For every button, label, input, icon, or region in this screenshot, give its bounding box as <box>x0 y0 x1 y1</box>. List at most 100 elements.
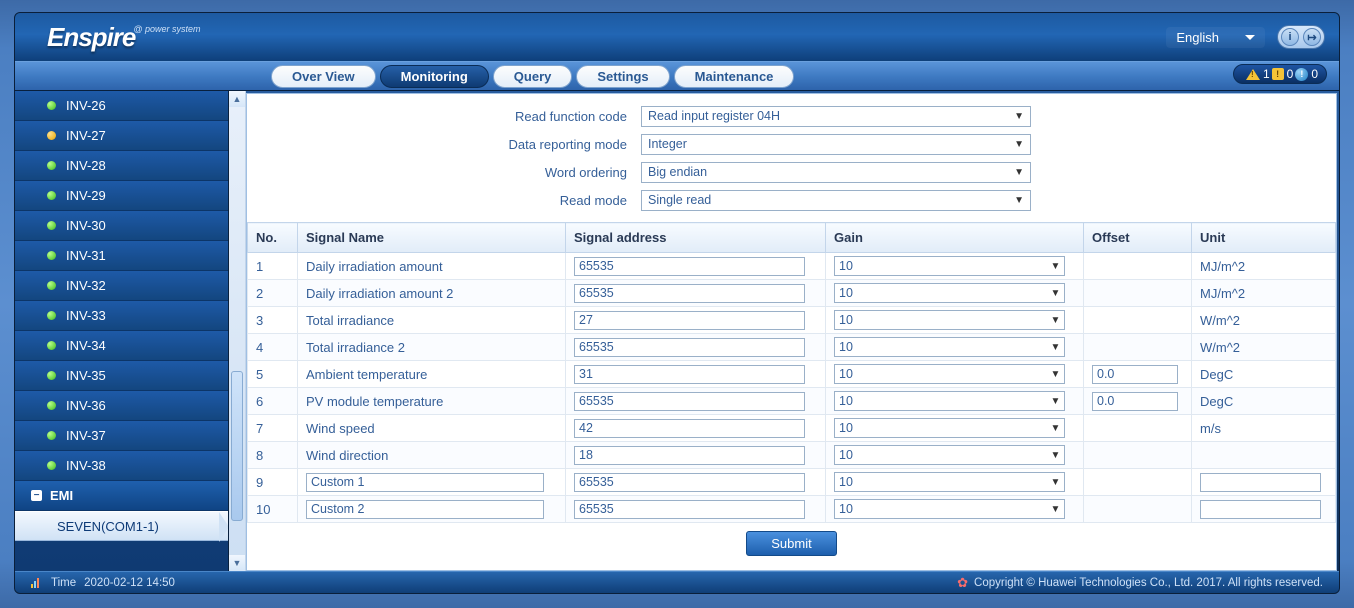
signal-address-input[interactable] <box>574 338 805 357</box>
submit-button[interactable]: Submit <box>746 531 836 556</box>
status-dot-icon <box>47 101 56 110</box>
table-row: 2 Daily irradiation amount 2 10▼ MJ/m^2 <box>248 280 1336 307</box>
sidebar-item[interactable]: INV-35 <box>15 361 228 391</box>
tab-monitoring[interactable]: Monitoring <box>380 65 489 88</box>
signal-name-input[interactable] <box>306 473 544 492</box>
sidebar-item-active[interactable]: SEVEN(COM1-1) <box>15 511 228 541</box>
alarm-critical-count: 1 <box>1263 67 1270 81</box>
signal-name: Total irradiance 2 <box>306 340 405 355</box>
col-name: Signal Name <box>298 223 566 253</box>
cell-no: 5 <box>248 361 298 388</box>
data-reporting-mode-select[interactable]: Integer▼ <box>641 134 1031 155</box>
gain-select[interactable]: 10▼ <box>834 418 1065 438</box>
status-dot-icon <box>47 281 56 290</box>
sidebar-item[interactable]: INV-37 <box>15 421 228 451</box>
gain-select[interactable]: 10▼ <box>834 445 1065 465</box>
chevron-down-icon: ▼ <box>1014 167 1024 178</box>
logout-icon[interactable]: ↦ <box>1303 28 1321 46</box>
sidebar-item[interactable]: INV-29 <box>15 181 228 211</box>
offset-input[interactable] <box>1092 365 1178 384</box>
alarm-summary[interactable]: 1 !0 !0 <box>1233 64 1327 84</box>
signal-address-input[interactable] <box>574 473 805 492</box>
chevron-down-icon: ▼ <box>1050 396 1060 407</box>
word-ordering-select[interactable]: Big endian▼ <box>641 162 1031 183</box>
signal-name: Daily irradiation amount 2 <box>306 286 453 301</box>
sidebar: INV-26INV-27INV-28INV-29INV-30INV-31 INV-… <box>15 91 229 571</box>
col-address: Signal address <box>566 223 826 253</box>
table-row: 5 Ambient temperature 10▼ DegC <box>248 361 1336 388</box>
signal-address-input[interactable] <box>574 257 805 276</box>
gain-select[interactable]: 10▼ <box>834 472 1065 492</box>
table-row: 4 Total irradiance 2 10▼ W/m^2 <box>248 334 1336 361</box>
signal-address-input[interactable] <box>574 365 805 384</box>
col-unit: Unit <box>1192 223 1336 253</box>
read-mode-select[interactable]: Single read▼ <box>641 190 1031 211</box>
cell-no: 4 <box>248 334 298 361</box>
unit-input[interactable] <box>1200 500 1321 519</box>
chevron-down-icon: ▼ <box>1014 111 1024 122</box>
sidebar-scrollbar[interactable]: ▲ ▼ <box>229 91 246 571</box>
read-function-code-select[interactable]: Read input register 04H▼ <box>641 106 1031 127</box>
tab-query[interactable]: Query <box>493 65 573 88</box>
config-form: Read function code Read input register 0… <box>247 94 1336 218</box>
signal-address-input[interactable] <box>574 392 805 411</box>
signal-address-input[interactable] <box>574 500 805 519</box>
gain-select[interactable]: 10▼ <box>834 283 1065 303</box>
offset-input[interactable] <box>1092 392 1178 411</box>
unit-text: DegC <box>1200 367 1233 382</box>
sidebar-item[interactable]: INV-28 <box>15 151 228 181</box>
footer: Time 2020-02-12 14:50 ✿ Copyright © Huaw… <box>15 571 1339 593</box>
gain-select[interactable]: 10▼ <box>834 364 1065 384</box>
tab-overview[interactable]: Over View <box>271 65 376 88</box>
unit-text: W/m^2 <box>1200 340 1240 355</box>
status-dot-icon <box>47 431 56 440</box>
signal-name: Wind speed <box>306 421 375 436</box>
tab-settings[interactable]: Settings <box>576 65 669 88</box>
sidebar-item-label: INV-32 <box>66 278 106 293</box>
huawei-logo-icon: ✿ <box>957 575 968 591</box>
scroll-up-icon[interactable]: ▲ <box>229 91 245 107</box>
alarm-minor-icon: ! <box>1295 68 1308 81</box>
tab-maintenance[interactable]: Maintenance <box>674 65 795 88</box>
unit-text: MJ/m^2 <box>1200 286 1245 301</box>
status-dot-icon <box>47 191 56 200</box>
collapse-icon: − <box>31 490 42 501</box>
word-ordering-label: Word ordering <box>261 165 641 180</box>
sidebar-item-label: INV-38 <box>66 458 106 473</box>
sidebar-item[interactable]: INV-26 <box>15 91 228 121</box>
sidebar-item[interactable]: INV-33 <box>15 301 228 331</box>
signal-address-input[interactable] <box>574 419 805 438</box>
gain-select[interactable]: 10▼ <box>834 391 1065 411</box>
table-row: 1 Daily irradiation amount 10▼ MJ/m^2 <box>248 253 1336 280</box>
scrollbar-thumb[interactable] <box>231 371 243 521</box>
language-select[interactable]: English <box>1166 27 1265 48</box>
sidebar-item[interactable]: INV-36 <box>15 391 228 421</box>
gain-select[interactable]: 10▼ <box>834 256 1065 276</box>
sidebar-item[interactable]: INV-27 <box>15 121 228 151</box>
signal-name-input[interactable] <box>306 500 544 519</box>
sidebar-group-emi[interactable]: −EMI <box>15 481 228 511</box>
scroll-down-icon[interactable]: ▼ <box>229 555 245 571</box>
gain-select[interactable]: 10▼ <box>834 337 1065 357</box>
signals-table: No. Signal Name Signal address Gain Offs… <box>247 222 1336 523</box>
status-dot-icon <box>47 371 56 380</box>
info-icon[interactable]: i <box>1281 28 1299 46</box>
signal-address-input[interactable] <box>574 284 805 303</box>
signal-address-input[interactable] <box>574 446 805 465</box>
sidebar-item[interactable]: INV-31 <box>15 241 228 271</box>
signal-name: Ambient temperature <box>306 367 427 382</box>
status-dot-icon <box>47 221 56 230</box>
sidebar-item[interactable]: INV-38 <box>15 451 228 481</box>
sidebar-item[interactable]: INV-34 <box>15 331 228 361</box>
sidebar-item[interactable]: INV-30 <box>15 211 228 241</box>
gain-select[interactable]: 10▼ <box>834 310 1065 330</box>
signal-name: Total irradiance <box>306 313 394 328</box>
col-gain: Gain <box>826 223 1084 253</box>
sidebar-item[interactable]: INV-32 <box>15 271 228 301</box>
signal-name: PV module temperature <box>306 394 443 409</box>
gain-select[interactable]: 10▼ <box>834 499 1065 519</box>
sidebar-item-label: INV-35 <box>66 368 106 383</box>
time-label: Time <box>51 577 76 589</box>
signal-address-input[interactable] <box>574 311 805 330</box>
unit-input[interactable] <box>1200 473 1321 492</box>
